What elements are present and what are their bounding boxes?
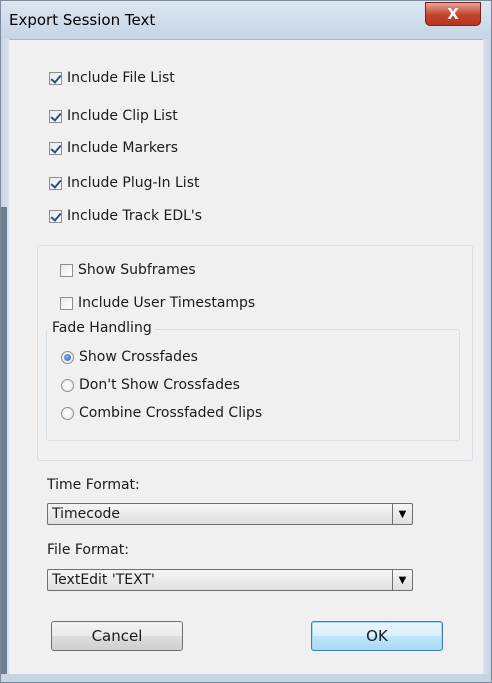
checkbox-box[interactable] xyxy=(49,209,62,223)
ok-button[interactable]: OK xyxy=(311,621,443,651)
checkbox-box[interactable] xyxy=(49,109,62,123)
dialog-content: Include File List Include Clip List Incl… xyxy=(9,39,483,674)
radio-label: Show Crossfades xyxy=(79,349,198,365)
window-frame-left xyxy=(1,39,9,682)
dont-show-crossfades-radio[interactable]: Don't Show Crossfades xyxy=(61,375,240,395)
radio-button[interactable] xyxy=(61,350,74,364)
checkbox-label: Show Subframes xyxy=(78,262,196,278)
checkbox-label: Include Markers xyxy=(67,140,179,156)
checkbox-box[interactable] xyxy=(60,263,73,277)
checkbox-label: Include File List xyxy=(67,70,175,86)
export-session-text-dialog: Export Session Text X Include File List … xyxy=(0,0,492,683)
cancel-button-label: Cancel xyxy=(91,627,143,645)
include-file-list-checkbox[interactable]: Include File List xyxy=(49,68,175,88)
include-plug-in-list-checkbox[interactable]: Include Plug-In List xyxy=(49,173,199,193)
checkbox-label: Include User Timestamps xyxy=(78,295,256,311)
dialog-title: Export Session Text xyxy=(9,11,156,29)
checkbox-box[interactable] xyxy=(49,141,62,155)
file-format-label: File Format: xyxy=(47,542,129,558)
include-markers-checkbox[interactable]: Include Markers xyxy=(49,138,178,158)
checkbox-box[interactable] xyxy=(60,296,73,310)
file-format-select[interactable]: TextEdit 'TEXT' ▼ xyxy=(47,569,413,591)
checkbox-box[interactable] xyxy=(49,71,62,85)
chevron-down-icon[interactable]: ▼ xyxy=(392,570,412,590)
show-crossfades-radio[interactable]: Show Crossfades xyxy=(61,347,198,367)
checkbox-label: Include Clip List xyxy=(67,108,178,124)
time-format-label: Time Format: xyxy=(47,477,140,493)
combine-crossfaded-clips-radio[interactable]: Combine Crossfaded Clips xyxy=(61,403,262,423)
file-format-value: TextEdit 'TEXT' xyxy=(52,572,155,588)
close-icon: X xyxy=(447,5,459,23)
include-clip-list-checkbox[interactable]: Include Clip List xyxy=(49,106,178,126)
cancel-button[interactable]: Cancel xyxy=(51,621,183,651)
include-user-timestamps-checkbox[interactable]: Include User Timestamps xyxy=(60,293,255,313)
chevron-down-icon[interactable]: ▼ xyxy=(392,504,412,524)
title-bar[interactable]: Export Session Text X xyxy=(1,1,491,39)
show-subframes-checkbox[interactable]: Show Subframes xyxy=(60,260,196,280)
radio-button[interactable] xyxy=(61,378,74,392)
fade-handling-group: Fade Handling Show Crossfades Don't Show… xyxy=(46,320,460,441)
time-format-select[interactable]: Timecode ▼ xyxy=(47,503,413,525)
radio-button[interactable] xyxy=(61,406,74,420)
ok-button-label: OK xyxy=(366,627,388,645)
close-button[interactable]: X xyxy=(425,2,481,26)
fade-handling-legend: Fade Handling xyxy=(49,320,155,336)
checkbox-label: Include Track EDL's xyxy=(67,208,203,224)
radio-label: Combine Crossfaded Clips xyxy=(79,405,263,421)
time-format-value: Timecode xyxy=(52,506,121,522)
edl-options-group: Show Subframes Include User Timestamps F… xyxy=(37,245,473,461)
radio-label: Don't Show Crossfades xyxy=(79,377,240,393)
checkbox-label: Include Plug-In List xyxy=(67,175,200,191)
checkbox-box[interactable] xyxy=(49,176,62,190)
window-frame-right xyxy=(483,39,491,682)
window-frame-bottom xyxy=(1,674,491,682)
include-track-edls-checkbox[interactable]: Include Track EDL's xyxy=(49,206,202,226)
